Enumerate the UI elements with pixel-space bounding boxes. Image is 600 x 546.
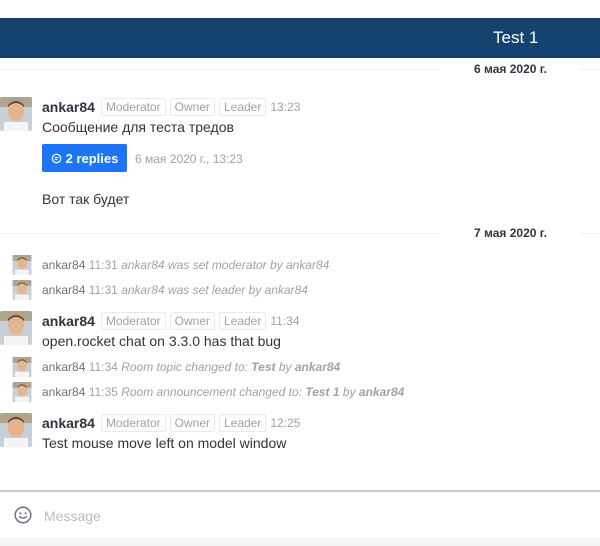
system-actor: ankar84 xyxy=(294,360,341,374)
system-message: ankar84 11:35 Room announcement changed … xyxy=(42,385,404,399)
system-text: Room topic changed to: xyxy=(121,360,252,374)
message-time[interactable]: 11:31 xyxy=(89,258,118,272)
username[interactable]: ankar84 xyxy=(42,385,85,399)
username[interactable]: ankar84 xyxy=(42,360,85,374)
role-badge: Leader xyxy=(218,414,267,432)
username[interactable]: ankar84 xyxy=(42,415,95,431)
avatar[interactable] xyxy=(12,280,32,300)
message-time[interactable]: 11:34 xyxy=(270,314,299,328)
date-label: 7 мая 2020 г. xyxy=(474,226,547,240)
avatar[interactable] xyxy=(0,97,32,131)
message-composer xyxy=(0,492,600,538)
system-text: ankar84 was set moderator by ankar84 xyxy=(121,258,330,272)
system-message: ankar84 11:31 ankar84 was set leader by … xyxy=(42,283,308,297)
message-text: open.rocket chat on 3.3.0 has that bug xyxy=(42,333,281,349)
username[interactable]: ankar84 xyxy=(42,99,95,115)
system-message: ankar84 11:34 Room topic changed to: Tes… xyxy=(42,360,340,374)
message-time[interactable]: 12:25 xyxy=(270,416,300,430)
system-text: by xyxy=(275,360,295,374)
system-actor: ankar84 xyxy=(358,385,405,399)
message-text: Test mouse move left on model window xyxy=(42,435,287,451)
role-badge: Moderator xyxy=(100,98,166,116)
system-text: ankar84 was set leader by ankar84 xyxy=(121,283,308,297)
role-badge: Moderator xyxy=(100,414,166,432)
system-message: ankar84 11:31 ankar84 was set moderator … xyxy=(42,258,329,272)
message-time[interactable]: 11:31 xyxy=(89,283,118,297)
date-divider: 6 мая 2020 г. xyxy=(0,62,600,76)
avatar[interactable] xyxy=(0,413,32,447)
date-divider: 7 мая 2020 г. xyxy=(0,226,600,240)
date-label: 6 мая 2020 г. xyxy=(474,62,547,76)
message-time[interactable]: 11:34 xyxy=(89,360,118,374)
message-time[interactable]: 11:35 xyxy=(89,385,118,399)
username[interactable]: ankar84 xyxy=(42,283,85,297)
role-badge: Owner xyxy=(169,312,215,330)
message-time[interactable]: 13:23 xyxy=(270,100,300,114)
role-badge: Owner xyxy=(169,98,215,116)
message-input[interactable] xyxy=(42,500,586,532)
system-text: Room announcement changed to: xyxy=(121,385,306,399)
system-topic: Test xyxy=(251,360,276,374)
thread-icon xyxy=(51,153,62,164)
avatar[interactable] xyxy=(12,255,32,275)
role-badge: Leader xyxy=(218,98,267,116)
role-badge: Owner xyxy=(169,414,215,432)
avatar[interactable] xyxy=(0,311,32,345)
composer-footer xyxy=(0,538,600,546)
message-text: Сообщение для теста тредов xyxy=(42,119,234,135)
system-text: by xyxy=(339,385,359,399)
avatar[interactable] xyxy=(12,382,32,402)
username[interactable]: ankar84 xyxy=(42,313,95,329)
room-header: Test 1 xyxy=(0,18,600,58)
username[interactable]: ankar84 xyxy=(42,258,85,272)
thread-last-reply: 6 мая 2020 г., 13:23 xyxy=(135,152,243,166)
role-badge: Moderator xyxy=(100,312,166,330)
message-text: Вот так будет xyxy=(42,191,130,207)
avatar[interactable] xyxy=(12,357,32,377)
emoji-icon[interactable] xyxy=(14,506,32,524)
system-announcement: Test 1 xyxy=(305,385,340,399)
role-badge: Leader xyxy=(218,312,267,330)
room-title: Test 1 xyxy=(493,28,539,47)
thread-replies-button[interactable]: 2 replies xyxy=(42,144,127,172)
thread-replies-label: 2 replies xyxy=(65,150,119,166)
